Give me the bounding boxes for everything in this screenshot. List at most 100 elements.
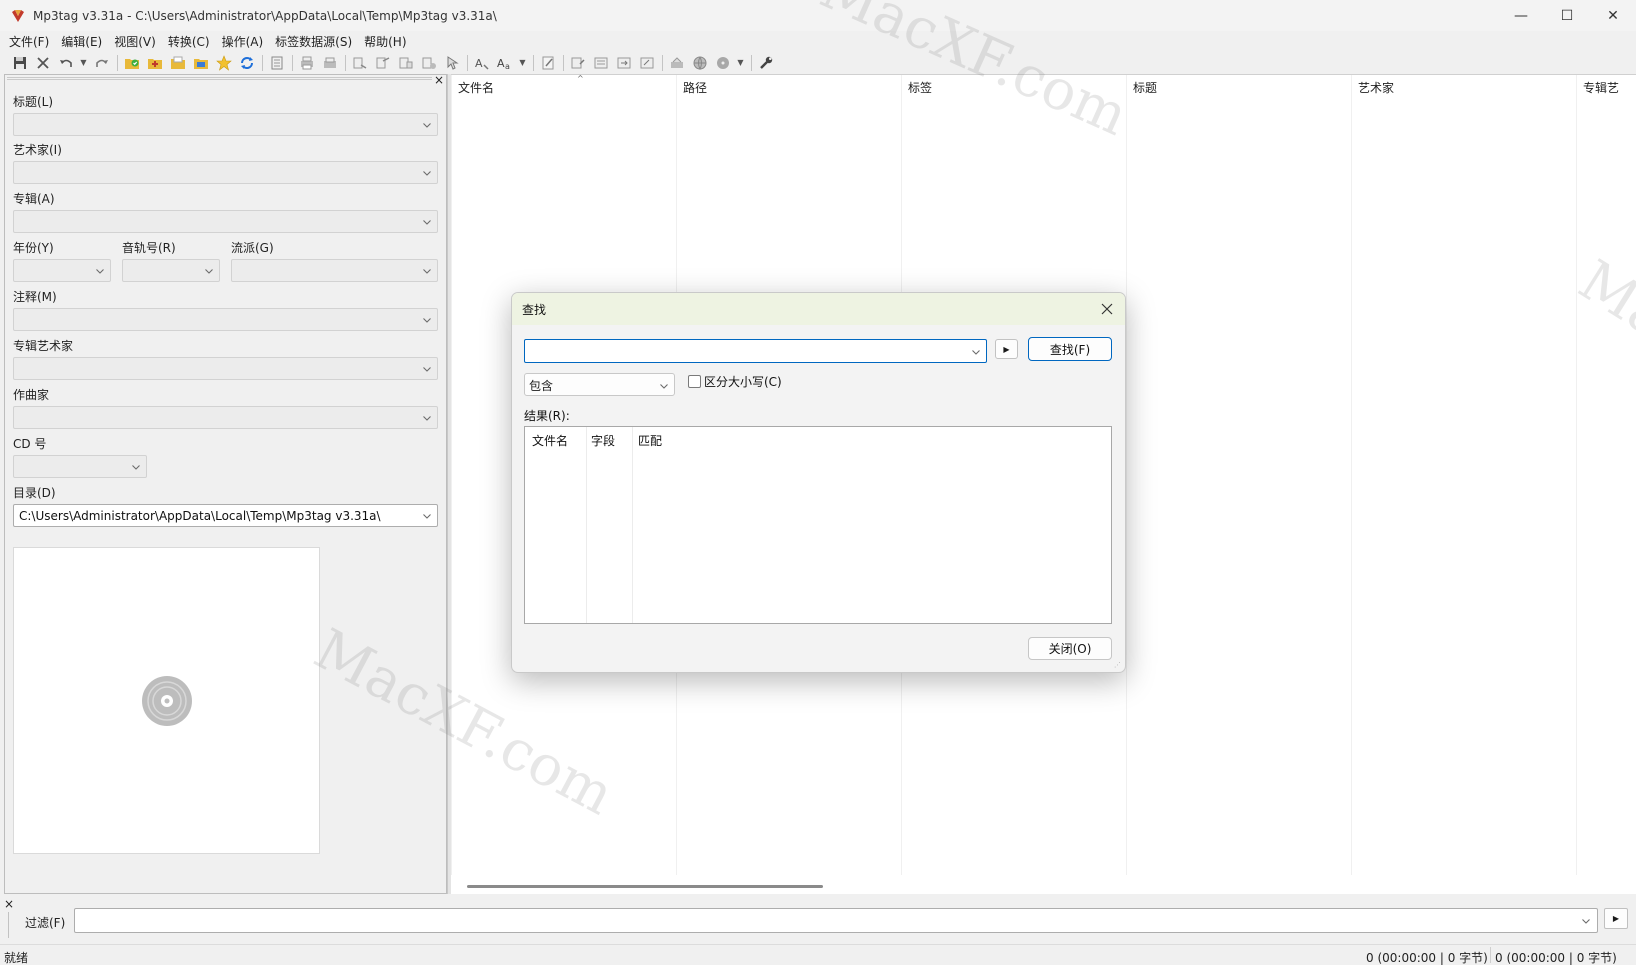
case-sensitive-checkbox[interactable] — [688, 375, 701, 388]
menu-help[interactable]: 帮助(H) — [358, 33, 412, 50]
dialog-title-bar[interactable]: 查找 — [512, 293, 1125, 325]
resize-grip-icon[interactable]: ⋰ — [1114, 661, 1122, 669]
disc-icon[interactable] — [713, 54, 733, 72]
match-mode-select[interactable]: 包含 — [524, 373, 675, 396]
chevron-down-icon[interactable] — [422, 217, 432, 227]
menu-view[interactable]: 视图(V) — [108, 33, 162, 50]
star-icon[interactable] — [214, 54, 234, 72]
album-artist-field[interactable] — [13, 357, 438, 380]
chevron-down-icon[interactable] — [131, 462, 141, 472]
list-icon[interactable] — [591, 54, 611, 72]
comment-field[interactable] — [13, 308, 438, 331]
case-dropdown-icon[interactable]: ▼ — [518, 54, 527, 72]
result-column-match[interactable]: 匹配 — [638, 432, 662, 449]
directory-field[interactable]: C:\Users\Administrator\AppData\Local\Tem… — [13, 504, 438, 527]
column-tag[interactable]: 标签 — [901, 75, 1126, 97]
artist-field[interactable] — [13, 161, 438, 184]
tag-to-tag-icon[interactable] — [419, 54, 439, 72]
disc-dropdown-icon[interactable]: ▼ — [736, 54, 745, 72]
filename-to-tag-icon[interactable] — [373, 54, 393, 72]
refresh-icon[interactable] — [237, 54, 257, 72]
minimize-button[interactable]: — — [1498, 0, 1544, 31]
remove-tag-icon[interactable] — [33, 54, 53, 72]
text-file-icon[interactable] — [396, 54, 416, 72]
column-title[interactable]: 标题 — [1126, 75, 1351, 97]
result-column-field[interactable]: 字段 — [591, 432, 615, 449]
filter-input[interactable] — [74, 908, 1598, 933]
chevron-down-icon[interactable] — [422, 315, 432, 325]
panel-grip[interactable] — [7, 77, 432, 80]
status-divider — [1490, 947, 1491, 963]
year-field[interactable] — [13, 259, 111, 282]
chevron-down-icon[interactable] — [204, 266, 214, 276]
find-button[interactable]: 查找(F) — [1028, 337, 1112, 361]
toolbar-separator — [292, 54, 293, 71]
filter-grip[interactable] — [8, 912, 10, 938]
add-dir-icon[interactable] — [145, 54, 165, 72]
menu-file[interactable]: 文件(F) — [3, 33, 55, 50]
change-dir-icon[interactable] — [122, 54, 142, 72]
favorites-icon[interactable] — [191, 54, 211, 72]
chevron-down-icon[interactable] — [95, 266, 105, 276]
column-album-artist[interactable]: 专辑艺 — [1576, 75, 1636, 97]
insert-field-button[interactable]: ▶ — [995, 339, 1018, 359]
column-artist[interactable]: 艺术家 — [1351, 75, 1576, 97]
chevron-down-icon[interactable] — [422, 413, 432, 423]
chevron-down-icon[interactable] — [1581, 916, 1591, 926]
result-column-filename[interactable]: 文件名 — [532, 432, 568, 449]
column-path[interactable]: 路径 — [676, 75, 901, 97]
import-icon[interactable] — [614, 54, 634, 72]
chevron-down-icon[interactable] — [422, 266, 432, 276]
export-icon[interactable] — [320, 54, 340, 72]
text-case-icon[interactable]: Aa — [495, 54, 515, 72]
save-icon[interactable] — [10, 54, 30, 72]
wrench-icon[interactable] — [756, 54, 776, 72]
chevron-down-icon[interactable] — [659, 381, 669, 391]
redo-icon[interactable] — [92, 54, 112, 72]
menu-actions[interactable]: 操作(A) — [216, 33, 270, 50]
web-source-icon[interactable] — [667, 54, 687, 72]
album-field[interactable] — [13, 210, 438, 233]
undo-icon[interactable] — [56, 54, 76, 72]
undo-dropdown-icon[interactable]: ▼ — [79, 54, 88, 72]
composer-field[interactable] — [13, 406, 438, 429]
chevron-down-icon[interactable] — [422, 364, 432, 374]
cover-art-area[interactable] — [13, 547, 320, 854]
tag-to-filename-icon[interactable] — [350, 54, 370, 72]
title-field[interactable] — [13, 113, 438, 136]
close-button[interactable]: 关闭(O) — [1028, 637, 1112, 660]
menu-edit[interactable]: 编辑(E) — [55, 33, 108, 50]
results-list[interactable]: 文件名 字段 匹配 — [524, 426, 1112, 624]
track-field[interactable] — [122, 259, 220, 282]
genre-field[interactable] — [231, 259, 438, 282]
horizontal-scrollbar[interactable] — [467, 885, 823, 888]
playlist-icon[interactable] — [568, 54, 588, 72]
column-filename[interactable]: 文件名 — [451, 75, 676, 97]
case-icon[interactable]: A — [472, 54, 492, 72]
edit-icon[interactable] — [538, 54, 558, 72]
print-icon[interactable] — [297, 54, 317, 72]
results-label: 结果(R): — [524, 409, 570, 423]
export-list-icon[interactable] — [637, 54, 657, 72]
close-window-button[interactable]: ✕ — [1590, 0, 1636, 31]
search-input[interactable] — [524, 339, 987, 363]
chevron-down-icon[interactable] — [422, 120, 432, 130]
actions-icon[interactable] — [442, 54, 462, 72]
chevron-down-icon[interactable] — [422, 511, 432, 521]
close-filter-icon[interactable]: × — [4, 897, 14, 911]
chevron-down-icon[interactable] — [971, 347, 981, 357]
open-folder-icon[interactable] — [168, 54, 188, 72]
play-arrow-icon: ▶ — [1612, 914, 1620, 923]
svg-text:A: A — [497, 57, 505, 70]
tag-panel-icon[interactable] — [267, 54, 287, 72]
chevron-down-icon[interactable] — [422, 168, 432, 178]
disc-number-field[interactable] — [13, 455, 147, 478]
close-panel-icon[interactable]: × — [434, 73, 444, 87]
maximize-button[interactable]: ☐ — [1544, 0, 1590, 31]
filter-go-button[interactable]: ▶ — [1604, 908, 1628, 929]
close-dialog-button[interactable] — [1097, 299, 1117, 319]
menu-tag-sources[interactable]: 标签数据源(S) — [269, 33, 358, 50]
case-sensitive-label[interactable]: 区分大小写(C) — [704, 373, 782, 390]
globe-icon[interactable] — [690, 54, 710, 72]
menu-convert[interactable]: 转换(C) — [162, 33, 216, 50]
